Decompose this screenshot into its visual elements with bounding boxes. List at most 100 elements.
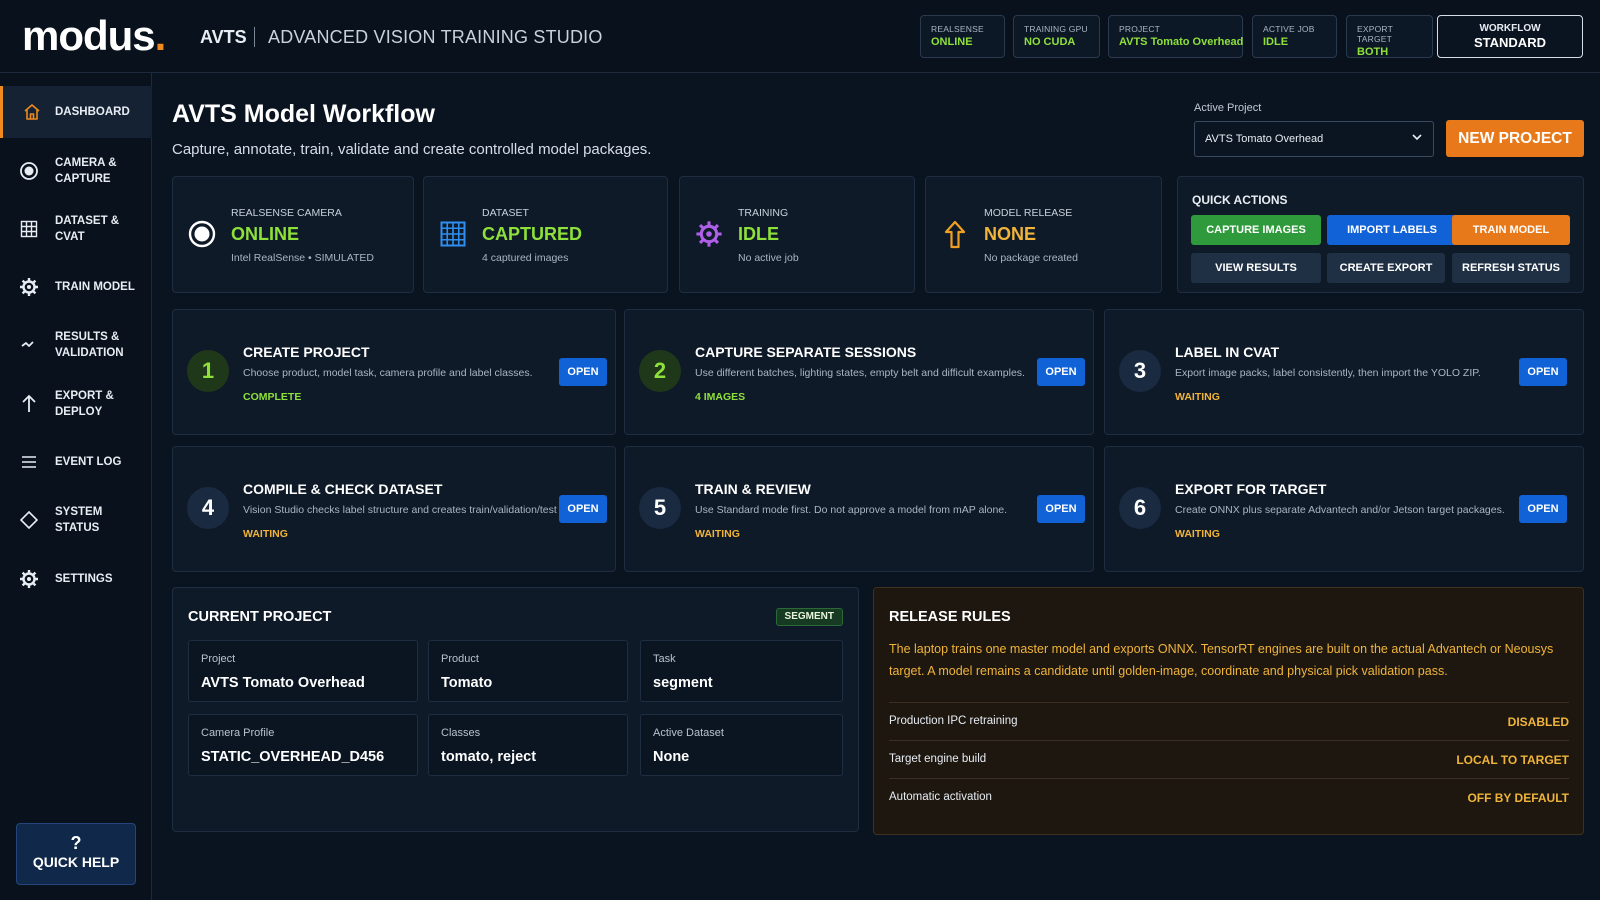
pill-value: AVTS Tomato Overhead — [1119, 36, 1244, 48]
pill-label: REALSENSE — [931, 24, 984, 34]
field-task: Task segment — [640, 640, 843, 702]
step-number: 4 — [187, 487, 229, 529]
rule-row-engine-build: Target engine build LOCAL TO TARGET — [889, 740, 1569, 778]
step-status: WAITING — [1175, 528, 1220, 540]
pill-label: PROJECT — [1119, 24, 1161, 34]
step-title: LABEL IN CVAT — [1175, 344, 1280, 360]
brand-logo: modus. — [22, 12, 166, 59]
train-model-button[interactable]: TRAIN MODEL — [1452, 215, 1570, 245]
open-step-button[interactable]: OPEN — [1519, 358, 1567, 386]
rule-value: OFF BY DEFAULT — [1467, 791, 1569, 805]
refresh-status-button[interactable]: REFRESH STATUS — [1452, 253, 1570, 283]
step-description: Create ONNX plus separate Advantech and/… — [1175, 504, 1505, 516]
open-step-button[interactable]: OPEN — [1519, 495, 1567, 523]
rule-key: Production IPC retraining — [889, 715, 1018, 727]
status-card-value: CAPTURED — [482, 224, 583, 244]
field-value: Tomato — [441, 675, 493, 691]
status-card-label: TRAINING — [738, 207, 789, 219]
sidebar-item-export-deploy[interactable]: EXPORT & DEPLOY — [0, 378, 152, 430]
camera-icon — [187, 219, 217, 249]
status-card-value: ONLINE — [231, 224, 300, 244]
sidebar-item-dashboard[interactable]: DASHBOARD — [0, 86, 152, 138]
rule-row-ipc-retraining: Production IPC retraining DISABLED — [889, 702, 1569, 740]
active-project-select[interactable]: AVTS Tomato Overhead — [1194, 121, 1434, 157]
open-step-button[interactable]: OPEN — [1037, 495, 1085, 523]
step-status: COMPLETE — [243, 391, 302, 403]
task-badge: SEGMENT — [775, 608, 843, 626]
home-icon — [21, 101, 43, 123]
step-status: WAITING — [695, 528, 740, 540]
gear-icon — [18, 276, 40, 298]
release-rules-title: RELEASE RULES — [889, 609, 1011, 625]
field-label: Task — [653, 653, 676, 665]
realsense-status-pill: REALSENSE ONLINE — [920, 15, 1005, 58]
step-card-export-target: 6 EXPORT FOR TARGET Create ONNX plus sep… — [1104, 446, 1584, 572]
new-project-button[interactable]: NEW PROJECT — [1446, 120, 1584, 157]
view-results-button[interactable]: VIEW RESULTS — [1191, 253, 1321, 283]
status-card-model-release: MODEL RELEASE NONE No package created — [925, 176, 1162, 293]
training-gpu-status-pill: TRAINING GPU NO CUDA — [1013, 15, 1100, 58]
status-card-detail: No package created — [984, 252, 1078, 264]
field-value: None — [653, 749, 690, 765]
project-status-pill: PROJECT AVTS Tomato Overhead — [1108, 15, 1243, 58]
sidebar-item-system-status[interactable]: SYSTEM STATUS — [0, 494, 152, 546]
top-bar: modus. AVTS ADVANCED VISION TRAINING STU… — [0, 0, 1600, 73]
current-project-title: CURRENT PROJECT — [188, 609, 332, 625]
workflow-label: WORKFLOW — [1479, 23, 1541, 34]
release-rules-text: The laptop trains one master model and e… — [889, 642, 1554, 678]
pill-value: NO CUDA — [1024, 36, 1076, 48]
field-value: segment — [653, 675, 713, 691]
quick-help-label: QUICK HELP — [32, 854, 120, 870]
status-card-label: REALSENSE CAMERA — [231, 207, 342, 219]
rule-value: LOCAL TO TARGET — [1456, 753, 1569, 767]
field-value: AVTS Tomato Overhead — [201, 675, 365, 691]
sidebar-item-results-validation[interactable]: RESULTS & VALIDATION — [0, 319, 152, 371]
sidebar-item-label: TRAIN MODEL — [55, 281, 135, 293]
pill-label: ACTIVE JOB — [1263, 24, 1315, 34]
sidebar-item-label: CAMERA & CAPTURE — [55, 157, 117, 185]
sidebar-item-label: EVENT LOG — [55, 456, 122, 468]
step-number: 3 — [1119, 350, 1161, 392]
field-value: tomato, reject — [441, 749, 537, 765]
gear-icon — [694, 219, 724, 249]
workflow-mode-button[interactable]: WORKFLOW STANDARD — [1437, 15, 1583, 58]
sidebar-item-event-log[interactable]: EVENT LOG — [0, 436, 152, 488]
open-step-button[interactable]: OPEN — [1037, 358, 1085, 386]
field-label: Camera Profile — [201, 727, 275, 739]
open-step-button[interactable]: OPEN — [559, 358, 607, 386]
status-card-dataset: DATASET CAPTURED 4 captured images — [423, 176, 668, 293]
field-project: Project AVTS Tomato Overhead — [188, 640, 418, 702]
page-subtitle: Capture, annotate, train, validate and c… — [172, 141, 652, 158]
pill-value: IDLE — [1263, 36, 1289, 48]
step-title: EXPORT FOR TARGET — [1175, 481, 1327, 497]
sidebar-item-settings[interactable]: SETTINGS — [0, 553, 152, 605]
rule-key: Target engine build — [889, 753, 987, 765]
field-label: Classes — [441, 727, 481, 739]
import-labels-button[interactable]: IMPORT LABELS — [1327, 215, 1457, 245]
sidebar-item-camera-capture[interactable]: CAMERA & CAPTURE — [0, 145, 152, 197]
rule-value: DISABLED — [1507, 715, 1569, 729]
upload-arrow-icon — [940, 219, 970, 249]
field-camera-profile: Camera Profile STATIC_OVERHEAD_D456 — [188, 714, 418, 776]
step-description: Choose product, model task, camera profi… — [243, 367, 533, 379]
current-project-panel: CURRENT PROJECT SEGMENT Project AVTS Tom… — [172, 587, 859, 832]
field-label: Active Dataset — [653, 727, 724, 739]
step-title: CAPTURE SEPARATE SESSIONS — [695, 344, 917, 360]
grid-icon — [18, 218, 40, 240]
open-step-button[interactable]: OPEN — [559, 495, 607, 523]
pill-label: TRAINING GPU — [1024, 24, 1088, 34]
quick-help-button[interactable]: ? QUICK HELP — [16, 823, 136, 885]
capture-images-button[interactable]: CAPTURE IMAGES — [1191, 215, 1321, 245]
create-export-button[interactable]: CREATE EXPORT — [1327, 253, 1445, 283]
upload-arrow-icon — [18, 393, 40, 415]
active-project-value: AVTS Tomato Overhead — [1205, 133, 1324, 145]
page-title: AVTS Model Workflow — [172, 100, 435, 128]
step-description: Use Standard mode first. Do not approve … — [695, 504, 1008, 516]
quick-actions-title: QUICK ACTIONS — [1192, 193, 1288, 207]
status-card-detail: No active job — [738, 252, 799, 264]
sidebar-item-dataset-cvat[interactable]: DATASET & CVAT — [0, 203, 152, 255]
step-status: WAITING — [243, 528, 288, 540]
active-project-label: Active Project — [1194, 102, 1262, 114]
sidebar-item-train-model[interactable]: TRAIN MODEL — [0, 261, 152, 313]
camera-icon — [18, 160, 40, 182]
